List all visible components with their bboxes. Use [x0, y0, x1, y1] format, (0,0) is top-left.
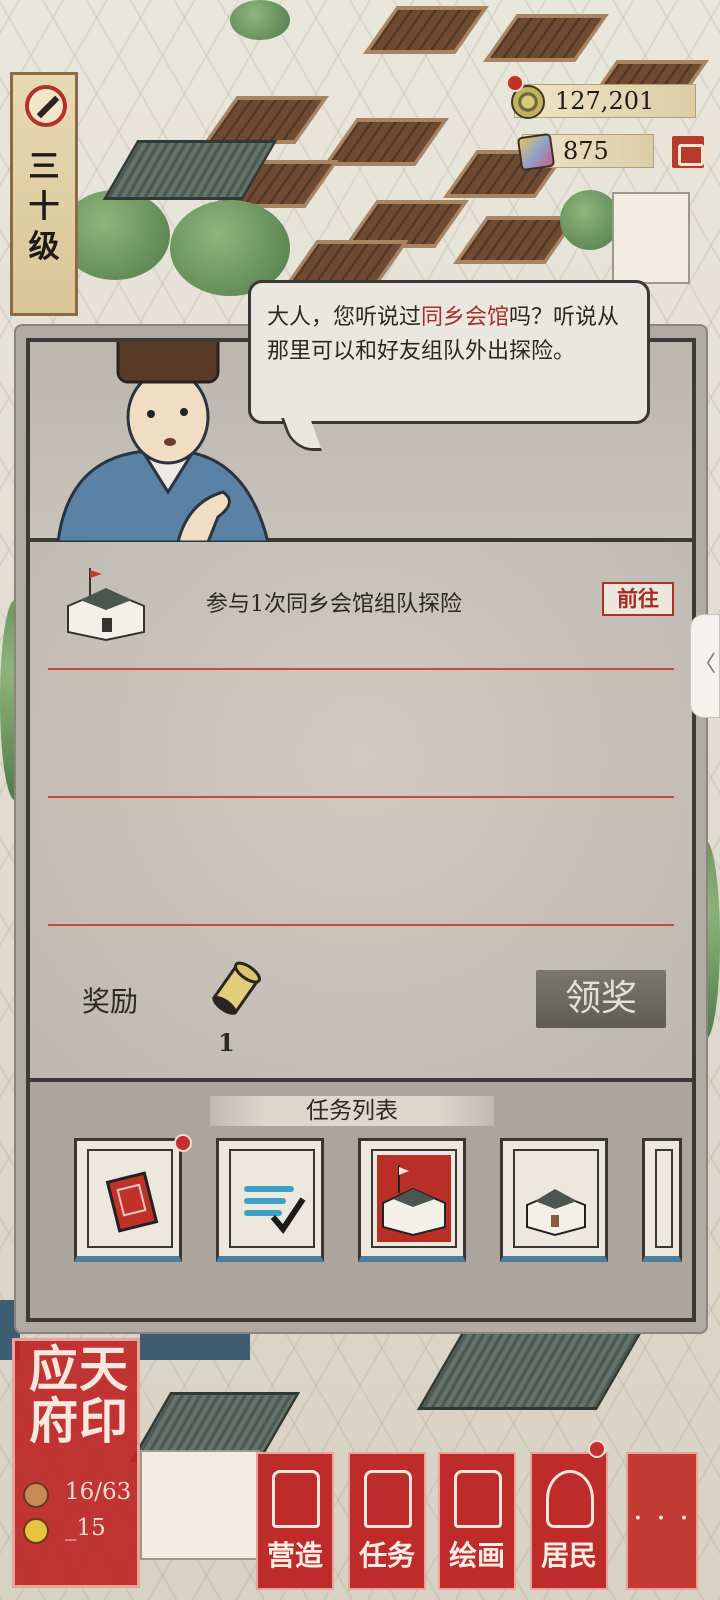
goto-button[interactable]: 前往 [602, 582, 674, 616]
nav-build-label: 营造 [266, 1539, 323, 1572]
nav-build[interactable]: 营造 [256, 1452, 334, 1590]
resident-count: 16/63 [65, 1479, 132, 1505]
brush-seal-icon [25, 85, 67, 127]
nav-painting-label: 绘画 [448, 1539, 505, 1572]
level-badge[interactable]: 三十级 [10, 72, 78, 316]
resident-icon [546, 1470, 594, 1528]
dialog-bubble: 大人，您听说过同乡会馆吗？听说从那里可以和好友组队外出探险。 [248, 280, 650, 424]
nav-residents-label: 居民 [540, 1539, 597, 1572]
notification-dot [506, 74, 524, 92]
guild-hall-link[interactable]: 同乡会馆 [421, 305, 509, 330]
red-seal-book-icon [93, 1155, 167, 1242]
painting-icon [454, 1470, 502, 1528]
task-book-3[interactable] [358, 1138, 466, 1262]
guild-hall-icon [67, 568, 145, 642]
jade-gem-counter[interactable]: 875 [516, 132, 654, 172]
gold-count: _15 [65, 1515, 106, 1541]
task-row-empty [48, 798, 674, 926]
checklist-icon [235, 1155, 309, 1242]
building-icon [519, 1155, 593, 1242]
task-book-5[interactable] [642, 1138, 682, 1262]
treasure-chest-button[interactable] [670, 134, 706, 170]
nav-tasks-label: 任务 [358, 1539, 415, 1572]
task-book-4[interactable] [500, 1138, 608, 1262]
task-row-empty [48, 670, 674, 798]
dialog-text: 大人，您听说过同乡会馆吗？听说从那里可以和好友组队外出探险。 [267, 305, 620, 364]
nav-residents[interactable]: 居民 [530, 1452, 608, 1590]
task-book-1[interactable] [74, 1138, 182, 1262]
notification-dot [588, 1440, 606, 1458]
copper-coin-value: 127,201 [555, 87, 655, 115]
nav-tasks[interactable]: 任务 [348, 1452, 426, 1590]
task-detail-area: 参与1次同乡会馆组队探险 前往 奖励 1 领奖 [30, 542, 692, 1078]
gold-face-icon [23, 1518, 49, 1544]
task-row: 参与1次同乡会馆组队探险 前往 [48, 542, 674, 670]
gold-stat: _15 [19, 1515, 141, 1547]
jade-gem-value: 875 [563, 137, 609, 165]
task-icon [364, 1470, 412, 1528]
claim-reward-button[interactable]: 领奖 [536, 970, 666, 1028]
task-list-title: 任务列表 [210, 1096, 494, 1126]
task-list: 任务列表 [30, 1078, 692, 1318]
city-seal-title: 应天府印 [28, 1340, 129, 1450]
more-button[interactable]: · · · [626, 1452, 698, 1590]
city-seal-panel[interactable]: 应天府印 16/63 _15 [12, 1338, 140, 1588]
resident-stat: 16/63 [19, 1479, 141, 1511]
guild-hall-icon [377, 1155, 451, 1242]
reward-count: 1 [218, 1028, 235, 1057]
level-label: 三十级 [28, 149, 60, 265]
jade-gem-icon [516, 132, 556, 172]
notification-dot [174, 1134, 192, 1152]
nav-painting[interactable]: 绘画 [438, 1452, 516, 1590]
copper-coin-counter[interactable]: 127,201 [511, 84, 696, 119]
task-description: 参与1次同乡会馆组队探险 [206, 592, 462, 617]
side-expand-tab[interactable]: 〈 [690, 614, 720, 718]
task-book-2[interactable] [216, 1138, 324, 1262]
scroll-icon [211, 961, 261, 1015]
build-icon [272, 1470, 320, 1528]
quest-panel: 参与1次同乡会馆组队探险 前往 奖励 1 领奖 任务列表 [16, 326, 706, 1332]
resident-icon [23, 1482, 49, 1508]
reward-label: 奖励 [82, 985, 139, 1018]
